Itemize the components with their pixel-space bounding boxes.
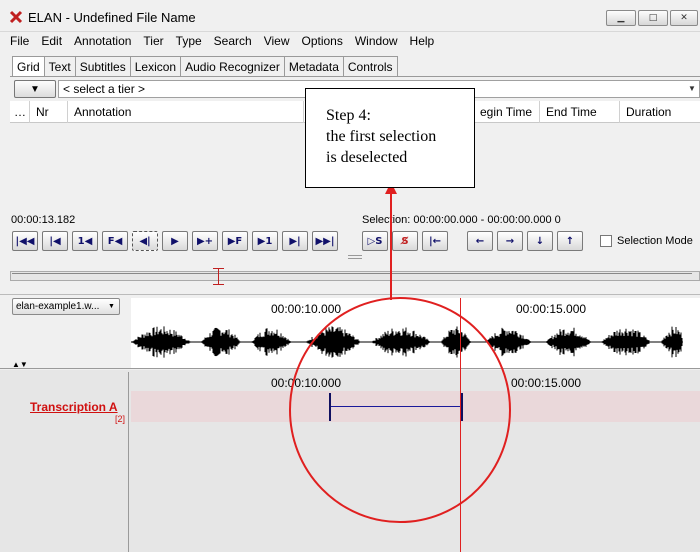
waveform-ruler-label: 00:00:15.000: [516, 302, 587, 316]
annotation-above-button[interactable]: ↑: [557, 231, 583, 251]
splitter-handle[interactable]: [348, 255, 362, 259]
elan-app-icon: [9, 10, 23, 24]
close-icon: ✕: [680, 13, 688, 23]
timeline-ruler-label: 00:00:15.000: [511, 376, 582, 390]
jump-to-selection-begin-button[interactable]: |←: [422, 231, 448, 251]
overview-cursor: [218, 268, 219, 284]
maximize-button[interactable]: □: [638, 10, 668, 26]
tab-panel-border: [10, 76, 700, 77]
previous-annotation-button[interactable]: ←: [467, 231, 493, 251]
annotation-below-button[interactable]: ↓: [527, 231, 553, 251]
tab-controls[interactable]: Controls: [342, 56, 398, 76]
media-file-select[interactable]: elan-example1.w...: [12, 298, 120, 315]
arrow-down-icon: ↓: [535, 235, 545, 247]
go-to-begin-button[interactable]: |◀◀: [12, 231, 38, 251]
play-icon: ▶: [171, 235, 179, 247]
selection-mode-label: Selection Mode: [617, 235, 693, 247]
go-to-end-button[interactable]: ▶▶|: [312, 231, 338, 251]
window-title: ELAN - Undefined File Name: [28, 10, 196, 25]
previous-frame-jump-button[interactable]: |◀: [42, 231, 68, 251]
close-button[interactable]: ✕: [670, 10, 698, 26]
tab-lexicon[interactable]: Lexicon: [129, 56, 182, 76]
arrow-up-icon: ↑: [565, 235, 575, 247]
current-time: 00:00:13.182: [11, 214, 76, 226]
callout-line: is deselected: [326, 149, 408, 166]
highlight-ellipse: [289, 268, 511, 523]
step-forward-frame-icon: ▶F: [227, 235, 243, 247]
tab-metadata[interactable]: Metadata: [283, 56, 344, 76]
column-duration[interactable]: Duration: [620, 101, 700, 123]
tab-text[interactable]: Text: [43, 56, 76, 76]
column-end-time[interactable]: End Time: [540, 101, 620, 123]
step-back-frame-button[interactable]: F◀: [102, 231, 128, 251]
menu-edit[interactable]: Edit: [33, 34, 66, 48]
tab-audio-recognizer[interactable]: Audio Recognizer: [180, 56, 285, 76]
menu-tier[interactable]: Tier: [135, 34, 167, 48]
callout-arrow: [385, 182, 397, 270]
step-callout: Step 4: the first selection is deselecte…: [305, 88, 475, 188]
column-nr[interactable]: Nr: [30, 101, 68, 123]
overview-cursor-top: [213, 268, 224, 269]
menu-file[interactable]: File: [0, 34, 33, 48]
arrow-left-icon: ←: [475, 235, 485, 247]
menu-options[interactable]: Options: [294, 34, 347, 48]
triangle-down-icon: ▼: [30, 83, 40, 95]
step-forward-pixel-icon: ▶+: [196, 235, 214, 247]
callout-line: the first selection: [326, 128, 437, 145]
step-back-frame-icon: F◀: [107, 235, 123, 247]
next-pixel-icon: ▶1: [257, 235, 273, 247]
minimize-button[interactable]: ▁: [606, 10, 636, 26]
selection-mode-checkbox[interactable]: [600, 235, 612, 247]
previous-jump-icon: |◀: [49, 235, 61, 247]
tier-names-separator[interactable]: [128, 372, 129, 552]
step-forward-frame-button[interactable]: ▶F: [222, 231, 248, 251]
menu-type[interactable]: Type: [168, 34, 206, 48]
next-frame-jump-button[interactable]: ▶|: [282, 231, 308, 251]
callout-line: Step 4:: [326, 107, 371, 124]
tier-name-label[interactable]: Transcription A: [30, 400, 118, 414]
play-back-icon: ◀|: [139, 235, 151, 247]
menu-search[interactable]: Search: [206, 34, 256, 48]
menu-help[interactable]: Help: [402, 34, 439, 48]
chevron-down-icon: ▼: [688, 84, 696, 93]
arrow-right-icon: →: [505, 235, 515, 247]
menu-window[interactable]: Window: [347, 34, 402, 48]
next-pixel-button[interactable]: ▶1: [252, 231, 278, 251]
play-button[interactable]: ▶: [162, 231, 188, 251]
viewer-tabs: Grid Text Subtitles Lexicon Audio Recogn…: [12, 56, 398, 77]
chevron-down-icon: ▼: [108, 303, 115, 310]
maximize-icon: □: [648, 13, 658, 23]
tier-annotation-count: [2]: [115, 414, 126, 424]
next-jump-icon: ▶|: [289, 235, 301, 247]
go-to-begin-icon: |◀◀: [15, 235, 35, 247]
menu-bar: File Edit Annotation Tier Type Search Vi…: [0, 32, 700, 50]
play-selection-back-button[interactable]: ◀|: [132, 231, 158, 251]
menu-annotation[interactable]: Annotation: [66, 34, 135, 48]
overview-cursor-bottom: [213, 284, 224, 285]
go-to-end-icon: ▶▶|: [315, 235, 335, 247]
column-annotation[interactable]: Annotation: [68, 101, 304, 123]
tab-subtitles[interactable]: Subtitles: [74, 56, 131, 76]
minimize-icon: ▁: [617, 13, 625, 23]
selection-begin-icon: |←: [428, 235, 442, 247]
step-back-pixel-icon: 1◀: [77, 235, 93, 247]
step-forward-pixel-button[interactable]: ▶+: [192, 231, 218, 251]
menu-view[interactable]: View: [256, 34, 294, 48]
next-annotation-button[interactable]: →: [497, 231, 523, 251]
tier-options-button[interactable]: ▼: [14, 80, 56, 98]
tab-grid[interactable]: Grid: [12, 56, 45, 77]
step-back-pixel-button[interactable]: 1◀: [72, 231, 98, 251]
column-dots[interactable]: …: [10, 101, 30, 123]
